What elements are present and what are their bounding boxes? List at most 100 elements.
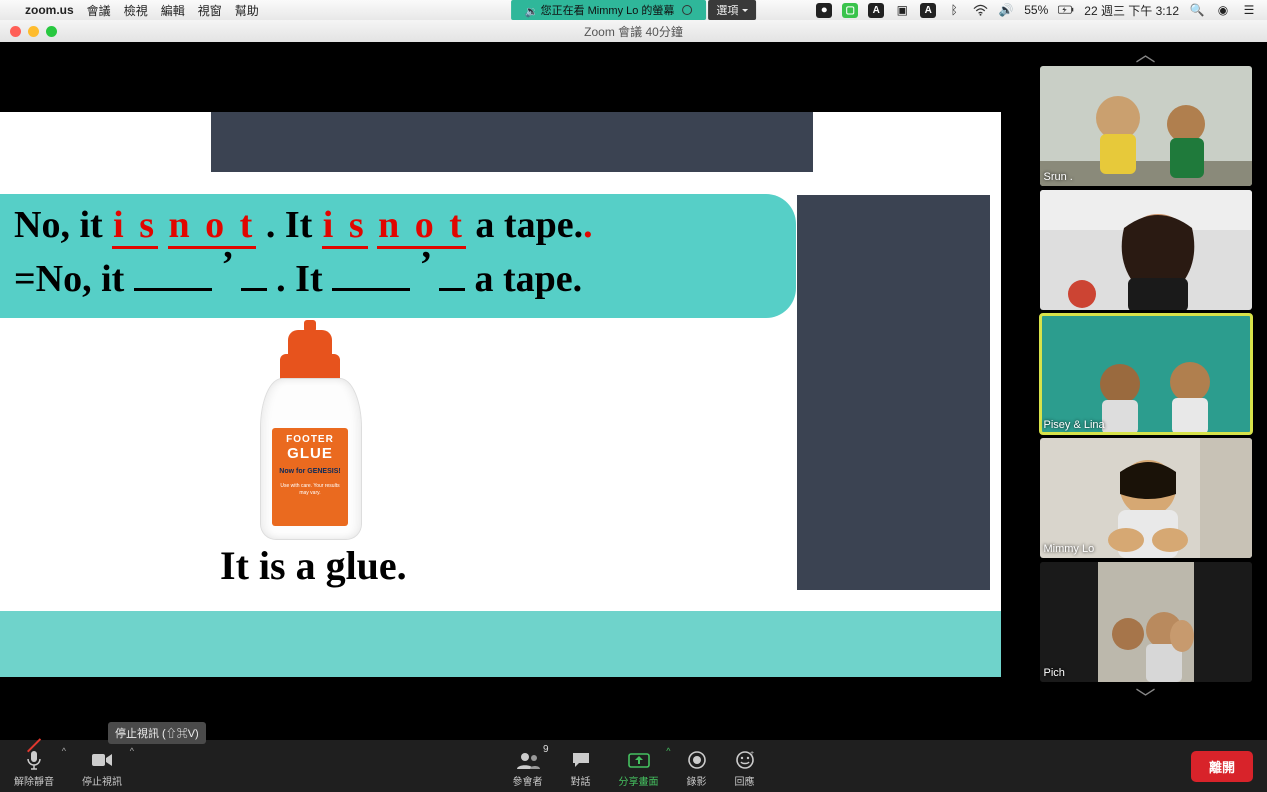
- camera-tray-icon[interactable]: ⏺: [816, 3, 832, 18]
- share-options-label: 選項: [716, 2, 738, 18]
- stop-video-button[interactable]: 停止視訊 ^: [68, 740, 136, 792]
- participant-name: Mimmy Lo: [1044, 543, 1095, 555]
- screen-share-banner[interactable]: 🔉 您正在看 Mimmy Lo 的螢幕: [511, 0, 707, 20]
- video-icon: [91, 749, 113, 771]
- fill-is: i s: [112, 204, 158, 249]
- battery-icon[interactable]: [1058, 2, 1074, 18]
- fill-not-2: n o t: [377, 204, 466, 249]
- text: =No, it: [14, 258, 134, 300]
- share-screen-button[interactable]: 分享畫面 ^: [605, 740, 673, 792]
- text: No, it: [14, 204, 112, 246]
- slide-footer-strip: [0, 611, 1001, 677]
- gallery-scroll-up[interactable]: ︿: [1034, 42, 1257, 62]
- leave-button[interactable]: 離開: [1191, 751, 1253, 782]
- tray-icon-a2[interactable]: A: [920, 3, 936, 18]
- reactions-icon: +: [736, 749, 754, 771]
- text: . It: [266, 204, 322, 246]
- unmute-button[interactable]: 解除靜音 ^: [0, 740, 68, 792]
- meeting-toolbar: 停止視訊 (⇧⌘V) 解除靜音 ^ 停止視訊 ^ 9 參會者: [0, 740, 1267, 792]
- meeting-content: No, it i s n o t . It i s n o t a tape..…: [0, 42, 1267, 740]
- record-label: 錄影: [687, 773, 707, 788]
- participant-tile[interactable]: Mimmy Lo: [1040, 438, 1252, 558]
- siri-icon[interactable]: ◉: [1215, 2, 1231, 18]
- clock-text: 22 週三 下午 3:12: [1084, 2, 1179, 19]
- fill-not: n o t: [168, 204, 257, 249]
- glue-bottle-image: FOOTER GLUE Now for GENESIS! Use with ca…: [250, 330, 370, 540]
- svg-text:+: +: [750, 751, 754, 757]
- participants-gallery: ︿ Srun . Pisey & Lina Mimmy Lo: [1034, 42, 1257, 740]
- minimize-icon[interactable]: [28, 26, 39, 37]
- reactions-label: 回應: [735, 773, 755, 788]
- slide-dark-block-right: [797, 195, 990, 590]
- participant-name: Pisey & Lina: [1044, 419, 1105, 431]
- mac-menubar: zoom.us 會議 檢視 編輯 視窗 幫助 🔉 您正在看 Mimmy Lo 的…: [0, 0, 1267, 20]
- close-icon[interactable]: [10, 26, 21, 37]
- participants-icon: [516, 749, 540, 771]
- tray-icon-a[interactable]: A: [868, 3, 884, 18]
- participant-name: Pich: [1044, 667, 1065, 679]
- battery-text: 55%: [1024, 3, 1048, 17]
- sentence-line-1: No, it i s n o t . It i s n o t a tape..: [14, 202, 782, 250]
- blank: [439, 250, 465, 291]
- menu-help[interactable]: 幫助: [235, 2, 259, 19]
- participant-tile-active[interactable]: Pisey & Lina: [1040, 314, 1252, 434]
- glue-label-small: Use with care. Your results may vary.: [276, 483, 344, 496]
- blank: [332, 250, 410, 291]
- sentence-line-2: =No, it ’ . It ’ a tape.: [14, 250, 782, 304]
- share-icon: [628, 749, 650, 771]
- notification-center-icon[interactable]: ☰: [1241, 2, 1257, 18]
- fullscreen-icon[interactable]: [46, 26, 57, 37]
- glue-label-main: GLUE: [276, 445, 344, 462]
- participant-name: Srun .: [1044, 171, 1073, 183]
- record-button[interactable]: 錄影: [673, 740, 721, 792]
- blank: [134, 250, 212, 291]
- participant-tile[interactable]: [1040, 190, 1252, 310]
- share-banner-text: 您正在看 Mimmy Lo 的螢幕: [541, 2, 675, 18]
- participants-count: 9: [543, 744, 549, 755]
- wifi-icon[interactable]: [972, 2, 988, 18]
- menu-meeting[interactable]: 會議: [87, 2, 111, 19]
- app-menu[interactable]: zoom.us: [25, 3, 74, 17]
- status-dot-icon: [682, 5, 692, 15]
- share-label: 分享畫面: [619, 773, 659, 788]
- chevron-up-icon[interactable]: ^: [62, 746, 66, 756]
- tray-icon-square[interactable]: ▣: [894, 2, 910, 18]
- text: a tape.: [474, 258, 582, 300]
- volume-icon[interactable]: 🔊: [998, 2, 1014, 18]
- chat-button[interactable]: 對話: [557, 740, 605, 792]
- unmute-label: 解除靜音: [14, 773, 54, 788]
- slide-caption: It is a glue.: [220, 542, 407, 589]
- participant-tile[interactable]: Pich: [1040, 562, 1252, 682]
- window-titlebar: Zoom 會議 40分鐘: [0, 20, 1267, 42]
- sentence-banner: No, it i s n o t . It i s n o t a tape..…: [0, 194, 796, 318]
- speaker-icon: 🔉: [525, 5, 535, 15]
- chevron-up-icon[interactable]: ^: [130, 746, 134, 756]
- spotlight-icon[interactable]: 🔍: [1189, 2, 1205, 18]
- glue-label-now: Now for GENESIS!: [276, 468, 344, 475]
- record-icon: [688, 749, 706, 771]
- reactions-button[interactable]: + 回應: [721, 740, 769, 792]
- shared-screen: No, it i s n o t . It i s n o t a tape..…: [0, 42, 1024, 740]
- menu-window[interactable]: 視窗: [198, 2, 222, 19]
- text: a tape: [475, 204, 573, 246]
- stop-video-label: 停止視訊: [82, 773, 122, 788]
- traffic-lights[interactable]: [0, 26, 57, 37]
- bluetooth-icon[interactable]: ᛒ: [946, 2, 962, 18]
- chevron-up-icon[interactable]: ^: [666, 746, 670, 756]
- participants-button[interactable]: 9 參會者: [499, 740, 557, 792]
- line-tray-icon[interactable]: ▢: [842, 3, 858, 18]
- menu-edit[interactable]: 編輯: [161, 2, 185, 19]
- menu-view[interactable]: 檢視: [124, 2, 148, 19]
- presentation-slide: No, it i s n o t . It i s n o t a tape..…: [0, 112, 1001, 677]
- chat-label: 對話: [571, 773, 591, 788]
- slide-dark-block-top: [211, 112, 813, 172]
- menubar-right: ⏺ ▢ A ▣ A ᛒ 🔊 55% 22 週三 下午 3:12 🔍 ◉ ☰: [816, 2, 1267, 19]
- text: . It: [276, 258, 332, 300]
- participant-tile[interactable]: Srun .: [1040, 66, 1252, 186]
- mic-muted-icon: [25, 749, 43, 771]
- fill-is-2: i s: [322, 204, 368, 249]
- share-options-button[interactable]: 選項: [708, 0, 756, 20]
- chat-icon: [571, 749, 591, 771]
- gallery-scroll-down[interactable]: ﹀: [1034, 686, 1257, 706]
- participants-label: 參會者: [513, 773, 543, 788]
